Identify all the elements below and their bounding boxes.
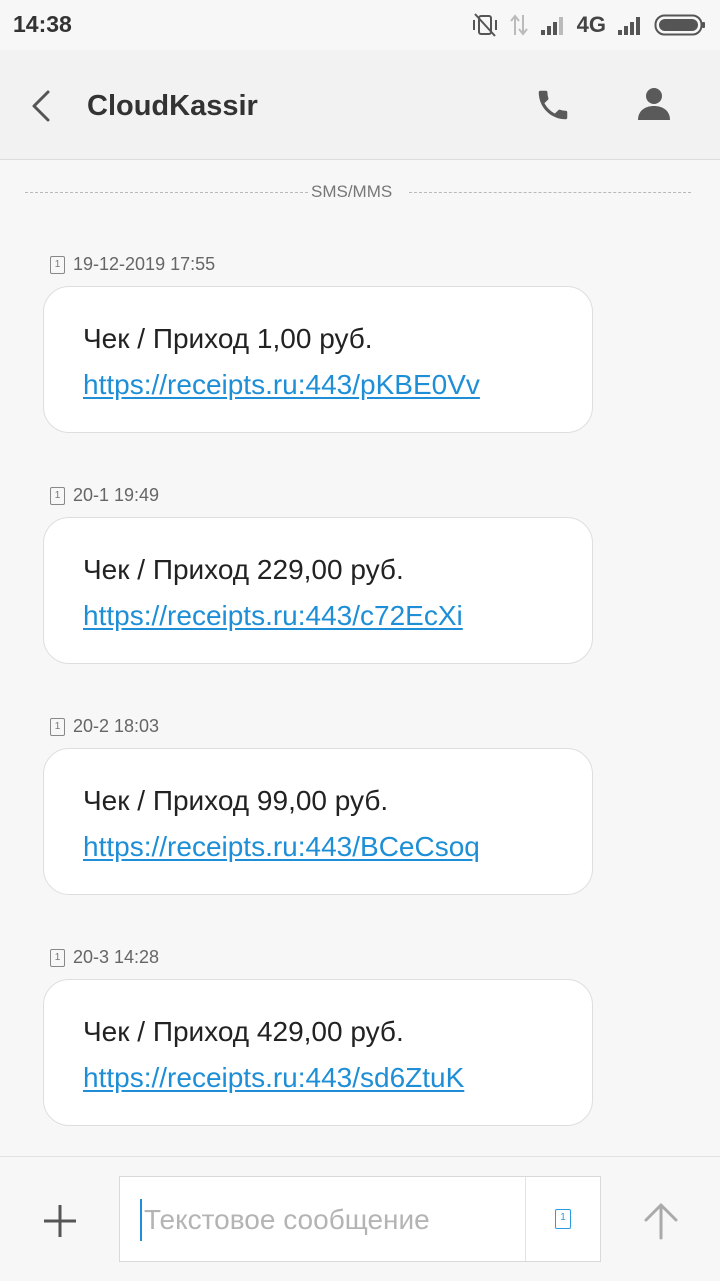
receipt-link[interactable]: https://receipts.ru:443/c72EcXi	[83, 600, 463, 632]
message-time: 19-12-2019 17:55	[73, 254, 216, 274]
battery-icon	[654, 14, 705, 36]
sim-icon: 1	[50, 717, 65, 736]
message-text: Чек / Приход 229,00 руб.	[83, 554, 404, 585]
sim-select-icon: 1	[555, 1209, 571, 1229]
send-arrow-icon[interactable]	[640, 1200, 682, 1242]
sim-icon: 1	[50, 486, 65, 505]
plus-icon[interactable]	[42, 1203, 78, 1239]
sim-select-button[interactable]: 1	[525, 1177, 600, 1261]
message-bubble[interactable]: Чек / Приход 1,00 руб. https://receipts.…	[43, 286, 593, 433]
status-icons: 4G	[471, 10, 706, 40]
divider-line	[25, 192, 308, 193]
data-arrows-icon	[509, 14, 528, 36]
divider-line	[409, 192, 691, 193]
message-field: 1	[119, 1176, 601, 1262]
app-bar: CloudKassir	[0, 50, 720, 160]
status-time: 14:38	[13, 11, 72, 37]
status-bar: 14:38 4G	[0, 0, 720, 50]
message-timestamp: 1 20-1 19:49	[50, 485, 159, 506]
message-input[interactable]	[140, 1199, 526, 1241]
message-time: 20-1 19:49	[73, 485, 160, 505]
message-bubble[interactable]: Чек / Приход 229,00 руб. https://receipt…	[43, 517, 593, 664]
back-arrow-icon[interactable]	[24, 88, 60, 124]
message-timestamp: 1 20-3 14:28	[50, 947, 159, 968]
contact-icon[interactable]	[634, 84, 674, 124]
sms-mms-divider: SMS/MMS	[25, 181, 691, 205]
sim-icon: 1	[50, 948, 65, 967]
phone-icon[interactable]	[534, 86, 572, 124]
conversation-title: CloudKassir	[87, 90, 258, 122]
vibrate-off-icon	[472, 13, 497, 37]
message-timestamp: 1 19-12-2019 17:55	[50, 254, 215, 275]
message-text: Чек / Приход 429,00 руб.	[83, 1016, 404, 1047]
signal-icon	[618, 17, 640, 35]
message-bubble[interactable]: Чек / Приход 429,00 руб. https://receipt…	[43, 979, 593, 1126]
message-timestamp: 1 20-2 18:03	[50, 716, 159, 737]
message-text: Чек / Приход 1,00 руб.	[83, 323, 373, 354]
message-text: Чек / Приход 99,00 руб.	[83, 785, 389, 816]
divider-label: SMS/MMS	[311, 182, 393, 201]
receipt-link[interactable]: https://receipts.ru:443/BCeCsoq	[83, 831, 480, 863]
message-time: 20-3 14:28	[73, 947, 160, 967]
message-bubble[interactable]: Чек / Приход 99,00 руб. https://receipts…	[43, 748, 593, 895]
compose-bar: 1	[0, 1156, 720, 1281]
network-type: 4G	[576, 12, 606, 37]
sim-icon: 1	[50, 255, 65, 274]
receipt-link[interactable]: https://receipts.ru:443/pKBE0Vv	[83, 369, 480, 401]
message-time: 20-2 18:03	[73, 716, 160, 736]
signal-icon	[540, 17, 563, 35]
receipt-link[interactable]: https://receipts.ru:443/sd6ZtuK	[83, 1062, 464, 1094]
